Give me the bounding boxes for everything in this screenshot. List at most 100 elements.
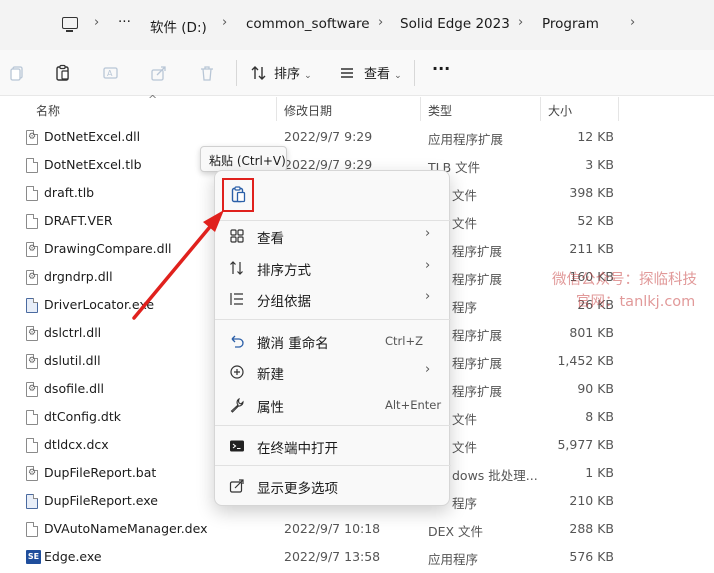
copy-icon[interactable] (8, 64, 26, 82)
breadcrumb-more[interactable]: ··· (118, 14, 131, 30)
file-type: 应用程序 (428, 552, 479, 567)
file-name: DRAFT.VER (44, 213, 113, 228)
exe-file-icon (26, 494, 38, 509)
file-size: 3 KB (585, 157, 614, 172)
column-divider[interactable] (420, 97, 421, 121)
file-name: dslutil.dll (44, 353, 101, 368)
paste-icon (231, 186, 246, 203)
menu-item-view[interactable]: 查看 › (215, 221, 451, 251)
file-name: DupFileReport.exe (44, 493, 158, 508)
svg-text:A: A (107, 69, 113, 78)
file-type: 程序 (452, 496, 478, 511)
group-icon (229, 291, 245, 307)
file-icon (26, 158, 38, 173)
menu-item-group-by[interactable]: 分组依据 › (215, 284, 451, 314)
undo-icon (229, 333, 245, 349)
view-button[interactable]: 查看 ⌄ (364, 63, 402, 82)
chevron-right-icon: › (222, 15, 228, 30)
column-divider[interactable] (540, 97, 541, 121)
view-icon (338, 64, 356, 82)
share-icon (229, 478, 245, 494)
file-date: 2022/9/7 9:29 (284, 129, 373, 144)
file-size: 1,452 KB (557, 353, 614, 368)
file-size: 8 KB (585, 409, 614, 424)
chevron-right-icon: › (518, 15, 524, 30)
chevron-right-icon: › (425, 289, 431, 304)
dll-file-icon (26, 382, 38, 397)
sort-icon (250, 64, 268, 82)
sort-label: 排序 (274, 67, 301, 82)
watermark-line1: 微信公众号：探临科技 (552, 272, 697, 288)
column-size[interactable]: 大小 (548, 102, 572, 119)
file-row[interactable]: DVAutoNameManager.dex 2022/9/7 10:18 DEX… (0, 515, 714, 543)
column-date[interactable]: 修改日期 (284, 102, 332, 119)
breadcrumb-program[interactable]: Program (542, 16, 599, 32)
file-type: dows 批处理... (452, 468, 538, 483)
file-size: 5,977 KB (557, 437, 614, 452)
share-icon[interactable] (150, 64, 168, 82)
this-pc-icon[interactable] (62, 17, 78, 32)
chevron-right-icon: › (425, 226, 431, 241)
file-type: 程序扩展 (452, 356, 503, 371)
file-type: 程序 (452, 300, 478, 315)
file-row[interactable]: DotNetExcel.dll 2022/9/7 9:29 应用程序扩展 12 … (0, 123, 714, 151)
file-size: 210 KB (569, 493, 614, 508)
menu-item-label: 新建 (257, 367, 284, 383)
file-name: dslctrl.dll (44, 325, 102, 340)
toolbar-divider (414, 60, 415, 86)
command-bar: A 排序 ⌄ 查看 ⌄ ··· (0, 50, 714, 96)
paste-icon[interactable] (54, 64, 72, 82)
menu-item-label: 分组依据 (257, 294, 311, 310)
sort-button[interactable]: 排序 ⌄ (274, 63, 312, 82)
plus-circle-icon (229, 364, 245, 380)
delete-icon[interactable] (198, 64, 216, 82)
file-size: 801 KB (569, 325, 614, 340)
breadcrumb-drive[interactable]: 软件 (D:) (150, 16, 207, 36)
chevron-right-icon: › (425, 258, 431, 273)
file-type: 文件 (452, 412, 478, 427)
menu-item-undo-rename[interactable]: 撤消 重命名 Ctrl+Z (215, 326, 451, 356)
wrench-icon (229, 397, 245, 413)
file-type: 应用程序扩展 (428, 132, 504, 147)
column-divider[interactable] (276, 97, 277, 121)
menu-item-new[interactable]: 新建 › (215, 357, 451, 387)
file-size: 90 KB (577, 381, 614, 396)
menu-item-open-in-terminal[interactable]: 在终端中打开 (215, 431, 451, 461)
dll-file-icon (26, 130, 38, 145)
chevron-right-icon: › (630, 15, 636, 30)
sort-icon (229, 260, 245, 276)
breadcrumb-solid-edge[interactable]: Solid Edge 2023 (400, 16, 510, 32)
file-name: dsofile.dll (44, 381, 104, 396)
breadcrumb-common-software[interactable]: common_software (246, 16, 370, 32)
sort-up-icon: ^ (148, 93, 158, 106)
watermark-line2: 官网：tanlkj.com (576, 294, 696, 310)
dll-file-icon (26, 242, 38, 257)
menu-item-label: 在终端中打开 (257, 441, 338, 457)
paste-tooltip: 粘贴 (Ctrl+V) (200, 146, 287, 172)
file-icon (26, 438, 38, 453)
column-name[interactable]: 名称 (36, 102, 60, 119)
dll-file-icon (26, 270, 38, 285)
file-type: 程序扩展 (452, 384, 503, 399)
chevron-down-icon: ⌄ (304, 71, 312, 81)
more-options-button[interactable]: ··· (432, 59, 450, 78)
file-size: 211 KB (569, 241, 614, 256)
breadcrumb[interactable]: ··· 软件 (D:) › common_software › Solid Ed… (110, 9, 690, 41)
grid-icon (229, 228, 245, 244)
file-size: 288 KB (569, 521, 614, 536)
chevron-down-icon: ⌄ (394, 71, 402, 81)
paste-button[interactable] (222, 178, 254, 212)
file-row[interactable]: SE Edge.exe 2022/9/7 13:58 应用程序 576 KB (0, 543, 714, 571)
exe-file-icon (26, 298, 38, 313)
file-type: DEX 文件 (428, 524, 484, 539)
file-icon (26, 410, 38, 425)
menu-item-show-more-options[interactable]: 显示更多选项 (215, 471, 451, 501)
file-name: DVAutoNameManager.dex (44, 521, 208, 536)
menu-item-properties[interactable]: 属性 Alt+Enter (215, 390, 451, 420)
column-header: ^ 名称 修改日期 类型 大小 (0, 93, 714, 121)
column-type[interactable]: 类型 (428, 102, 452, 119)
column-divider[interactable] (618, 97, 619, 121)
rename-icon[interactable]: A (102, 64, 120, 82)
menu-item-sort-by[interactable]: 排序方式 › (215, 253, 451, 283)
file-type: 程序扩展 (452, 244, 503, 259)
